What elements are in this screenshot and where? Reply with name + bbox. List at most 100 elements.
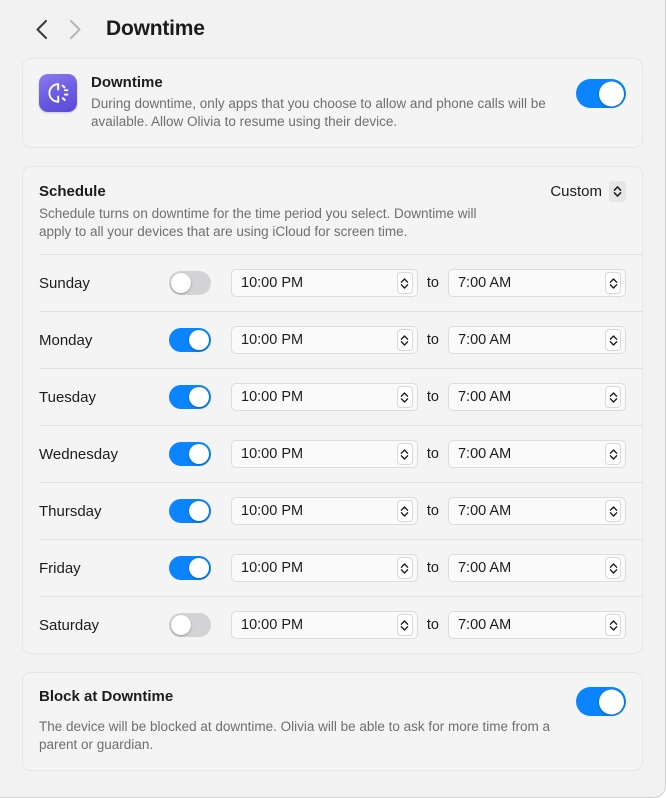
downtime-card: Downtime During downtime, only apps that… — [22, 58, 643, 148]
schedule-day-row: Monday 10:00 PM to 7:00 AM — [23, 312, 642, 368]
start-time-field[interactable]: 10:00 PM — [231, 326, 418, 354]
end-time-stepper[interactable] — [605, 557, 621, 579]
end-time-value: 7:00 AM — [457, 332, 512, 348]
downtime-title: Downtime — [91, 74, 163, 91]
schedule-day-row: Wednesday 10:00 PM to 7:00 AM — [23, 426, 642, 482]
up-down-chevron-icon — [401, 277, 409, 289]
schedule-title: Schedule — [39, 183, 106, 200]
schedule-card: Schedule Custom Schedule turns on downti… — [22, 166, 643, 654]
end-time-stepper[interactable] — [605, 500, 621, 522]
block-at-downtime-toggle[interactable] — [576, 687, 626, 716]
to-label: to — [426, 332, 439, 348]
up-down-chevron-icon — [609, 619, 617, 631]
end-time-field[interactable]: 7:00 AM — [447, 554, 626, 582]
day-toggle-cell — [169, 385, 231, 409]
up-down-chevron-icon — [401, 334, 409, 346]
chevron-left-icon — [35, 19, 47, 39]
end-time-value: 7:00 AM — [457, 617, 512, 633]
schedule-mode-value: Custom — [550, 183, 602, 200]
forward-button[interactable] — [58, 12, 92, 46]
day-toggle[interactable] — [169, 385, 211, 409]
schedule-day-row: Saturday 10:00 PM to 7:00 AM — [23, 597, 642, 653]
start-time-field[interactable]: 10:00 PM — [231, 269, 418, 297]
end-time-field[interactable]: 7:00 AM — [447, 269, 626, 297]
to-label: to — [426, 617, 439, 633]
to-label: to — [426, 275, 439, 291]
start-time-value: 10:00 PM — [241, 332, 304, 348]
up-down-chevron-icon — [609, 277, 617, 289]
start-time-stepper[interactable] — [396, 614, 413, 636]
day-toggle-cell — [169, 328, 231, 352]
day-toggle[interactable] — [169, 328, 211, 352]
end-time-field[interactable]: 7:00 AM — [447, 383, 626, 411]
block-at-downtime-card: Block at Downtime The device will be blo… — [22, 672, 643, 771]
back-button[interactable] — [24, 12, 58, 46]
up-down-chevron-icon — [609, 334, 617, 346]
toggle-knob — [189, 444, 209, 464]
up-down-chevron-icon — [609, 562, 617, 574]
start-time-field[interactable]: 10:00 PM — [231, 383, 418, 411]
end-time-field[interactable]: 7:00 AM — [447, 326, 626, 354]
day-toggle-cell — [169, 442, 231, 466]
schedule-mode-popup[interactable]: Custom — [550, 181, 626, 202]
downtime-text-block: Downtime During downtime, only apps that… — [91, 73, 562, 131]
chevron-right-icon — [69, 19, 81, 39]
start-time-field[interactable]: 10:00 PM — [231, 440, 418, 468]
start-time-field[interactable]: 10:00 PM — [231, 611, 418, 639]
block-at-downtime-title: Block at Downtime — [39, 688, 174, 705]
start-time-stepper[interactable] — [396, 329, 413, 351]
schedule-day-list: Sunday 10:00 PM to 7:00 AM Monday 10:00 PM to 7… — [23, 255, 642, 653]
end-time-stepper[interactable] — [605, 329, 621, 351]
to-label: to — [426, 446, 439, 462]
end-time-stepper[interactable] — [605, 614, 621, 636]
end-time-stepper[interactable] — [605, 272, 621, 294]
to-label: to — [426, 503, 439, 519]
start-time-stepper[interactable] — [396, 500, 413, 522]
start-time-value: 10:00 PM — [241, 275, 304, 291]
page-title: Downtime — [106, 17, 205, 40]
day-toggle[interactable] — [169, 442, 211, 466]
up-down-chevron-icon — [401, 448, 409, 460]
end-time-field[interactable]: 7:00 AM — [447, 611, 626, 639]
day-toggle-cell — [169, 556, 231, 580]
day-toggle[interactable] — [169, 556, 211, 580]
day-label: Sunday — [39, 274, 90, 292]
start-time-value: 10:00 PM — [241, 617, 304, 633]
start-time-stepper[interactable] — [396, 386, 413, 408]
up-down-chevron-icon — [609, 181, 626, 202]
up-down-chevron-icon — [609, 448, 617, 460]
day-label: Tuesday — [39, 388, 96, 406]
day-toggle[interactable] — [169, 499, 211, 523]
toggle-knob — [171, 273, 191, 293]
day-label: Saturday — [39, 616, 100, 634]
toggle-knob — [189, 558, 209, 578]
day-toggle-cell — [169, 271, 231, 295]
schedule-header: Schedule Custom Schedule turns on downti… — [23, 167, 642, 254]
downtime-toggle[interactable] — [576, 79, 626, 108]
end-time-value: 7:00 AM — [457, 275, 512, 291]
day-label: Friday — [39, 559, 81, 577]
to-label: to — [426, 560, 439, 576]
schedule-day-row: Thursday 10:00 PM to 7:00 AM — [23, 483, 642, 539]
schedule-day-row: Tuesday 10:00 PM to 7:00 AM — [23, 369, 642, 425]
to-label: to — [426, 389, 439, 405]
block-at-downtime-text-block: Block at Downtime — [39, 687, 173, 707]
end-time-stepper[interactable] — [605, 386, 621, 408]
up-down-chevron-icon — [609, 391, 617, 403]
end-time-field[interactable]: 7:00 AM — [447, 497, 626, 525]
start-time-stepper[interactable] — [396, 272, 413, 294]
start-time-stepper[interactable] — [396, 557, 413, 579]
start-time-stepper[interactable] — [396, 443, 413, 465]
up-down-chevron-icon — [401, 619, 409, 631]
downtime-description: During downtime, only apps that you choo… — [91, 96, 546, 129]
block-at-downtime-description: The device will be blocked at downtime. … — [39, 719, 550, 752]
day-toggle[interactable] — [169, 271, 211, 295]
day-toggle[interactable] — [169, 613, 211, 637]
start-time-value: 10:00 PM — [241, 446, 304, 462]
end-time-stepper[interactable] — [605, 443, 621, 465]
start-time-field[interactable]: 10:00 PM — [231, 497, 418, 525]
start-time-field[interactable]: 10:00 PM — [231, 554, 418, 582]
end-time-field[interactable]: 7:00 AM — [447, 440, 626, 468]
navigation-bar: Downtime — [0, 0, 665, 58]
schedule-header-top: Schedule Custom — [39, 181, 626, 202]
